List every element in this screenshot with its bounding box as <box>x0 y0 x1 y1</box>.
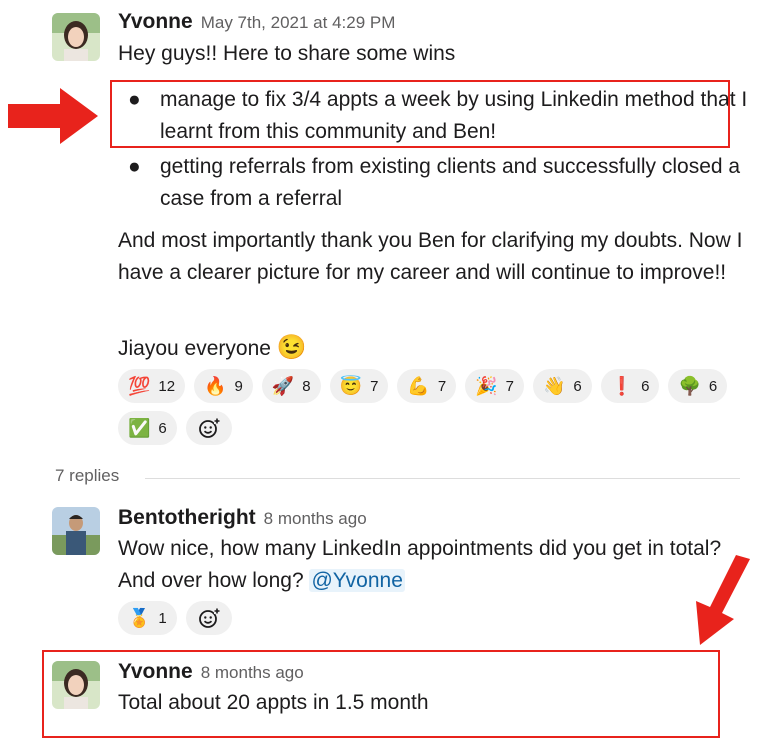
reaction-fire[interactable]: 🔥 9 <box>194 369 253 403</box>
reaction-count: 6 <box>641 377 650 395</box>
avatar-yvonne[interactable] <box>52 13 100 61</box>
reaction-bar: 🏅 1 <box>118 601 738 635</box>
medal-icon: 🏅 <box>128 608 151 628</box>
reaction-count: 6 <box>158 419 167 437</box>
reaction-count: 9 <box>234 377 243 395</box>
red-arrow-down-icon <box>696 555 750 645</box>
red-arrow-right-icon <box>8 88 98 144</box>
add-reaction-icon <box>198 608 220 628</box>
rocket-icon: 🚀 <box>271 376 295 396</box>
message-closing: Jiayou everyone 😉 <box>118 332 307 365</box>
avatar-bentotheright[interactable] <box>52 507 100 555</box>
author-name[interactable]: Yvonne <box>118 10 193 33</box>
bullet-text: getting referrals from existing clients … <box>160 155 741 210</box>
reaction-medal[interactable]: 🏅 1 <box>118 601 177 635</box>
reply-text: Wow nice, how many LinkedIn appointments… <box>118 533 738 597</box>
reaction-count: 6 <box>573 377 582 395</box>
tree-icon: 🌳 <box>678 376 701 396</box>
reaction-count: 7 <box>370 377 379 395</box>
message-timestamp[interactable]: May 7th, 2021 at 4:29 PM <box>201 13 396 32</box>
add-reaction-button[interactable] <box>185 601 232 635</box>
fire-icon: 🔥 <box>204 376 227 396</box>
reaction-rocket[interactable]: 🚀 8 <box>261 369 321 403</box>
reply-body: Wow nice, how many LinkedIn appointments… <box>118 537 722 592</box>
reaction-bar: 💯 12 🔥 9 🚀 8 😇 7 💪 7 🎉 7 👋 6 ❗ 6 🌳 6 ✅ 6 <box>118 369 738 445</box>
highlight-box-bullet <box>110 80 730 148</box>
list-item: ● getting referrals from existing client… <box>118 151 758 215</box>
message-paragraph: And most importantly thank you Ben for c… <box>118 229 743 284</box>
message-author[interactable]: Yvonne May 7th, 2021 at 4:29 PM <box>118 10 395 34</box>
reaction-count: 6 <box>708 377 718 395</box>
reaction-innocent[interactable]: 😇 7 <box>329 369 389 403</box>
reaction-tada[interactable]: 🎉 7 <box>465 369 524 403</box>
reaction-hundred[interactable]: 💯 12 <box>118 369 186 403</box>
reaction-tree[interactable]: 🌳 6 <box>668 369 728 403</box>
author-name[interactable]: Bentotheright <box>118 506 256 529</box>
innocent-face-icon: 😇 <box>339 376 363 396</box>
message-intro: Hey guys!! Here to share some wins <box>118 42 456 65</box>
wink-emoji-icon: 😉 <box>276 334 307 361</box>
bullet-dot: ● <box>128 155 141 178</box>
message-author[interactable]: Bentotheright 8 months ago <box>118 506 367 530</box>
reaction-count: 7 <box>505 377 514 395</box>
reaction-count: 7 <box>437 377 447 395</box>
reaction-wave[interactable]: 👋 6 <box>532 369 592 403</box>
reaction-exclamation[interactable]: ❗ 6 <box>600 369 660 403</box>
reaction-count: 1 <box>158 609 167 627</box>
add-reaction-button[interactable] <box>185 411 232 445</box>
waving-hand-icon: 👋 <box>542 376 566 396</box>
highlight-box-reply <box>42 650 720 738</box>
replies-divider <box>145 478 740 479</box>
muscle-icon: 💪 <box>407 376 430 396</box>
replies-count[interactable]: 7 replies <box>55 466 119 486</box>
check-mark-icon: ✅ <box>128 418 151 438</box>
hundred-icon: 💯 <box>128 376 151 396</box>
reaction-muscle[interactable]: 💪 7 <box>397 369 457 403</box>
reaction-check[interactable]: ✅ 6 <box>118 411 177 445</box>
party-popper-icon: 🎉 <box>475 376 498 396</box>
user-mention[interactable]: @Yvonne <box>309 569 405 592</box>
closing-text: Jiayou everyone <box>118 337 271 360</box>
reaction-count: 12 <box>158 377 176 395</box>
exclamation-icon: ❗ <box>610 376 634 396</box>
add-reaction-icon <box>198 418 220 438</box>
message-timestamp[interactable]: 8 months ago <box>264 509 367 528</box>
reaction-count: 8 <box>302 377 311 395</box>
